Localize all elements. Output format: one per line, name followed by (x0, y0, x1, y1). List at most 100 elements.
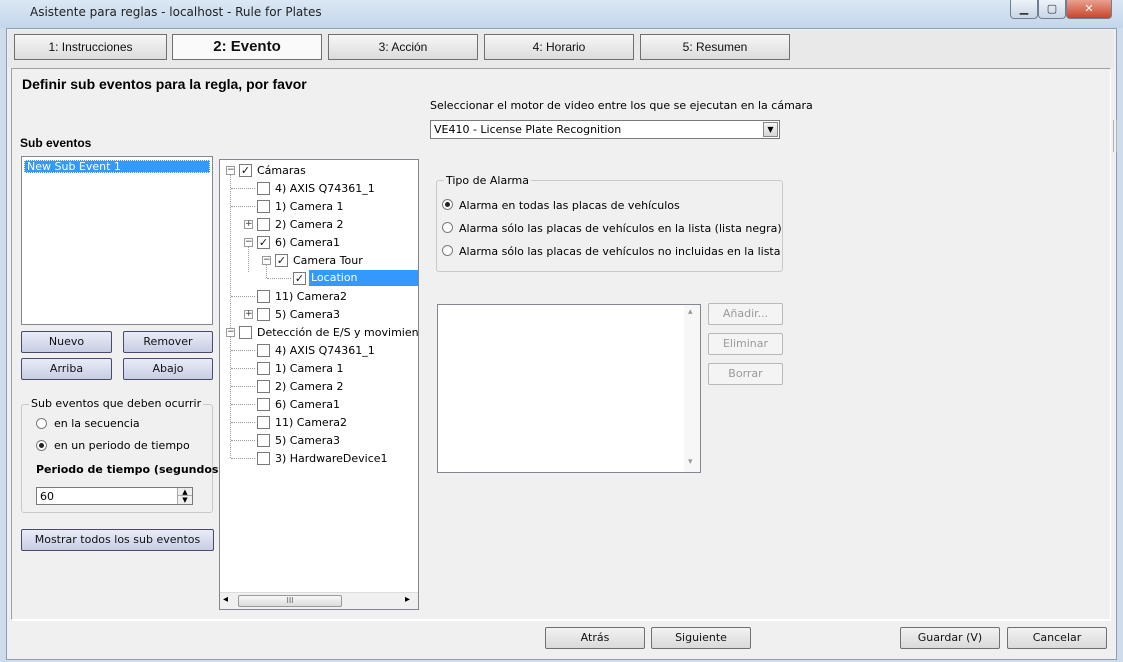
alarm-type-title: Tipo de Alarma (444, 174, 531, 187)
tree-node-selected[interactable]: Location (309, 270, 418, 286)
checkbox[interactable] (257, 182, 270, 195)
save-button[interactable]: Guardar (V) (900, 627, 1000, 649)
radio-alarm-blacklist[interactable] (442, 222, 453, 233)
close-icon[interactable]: ✕ (1066, 0, 1112, 19)
tree-node[interactable]: 5) Camera3 (275, 308, 340, 321)
tree-node[interactable]: Camera Tour (293, 254, 363, 267)
tree-node[interactable]: 11) Camera2 (275, 290, 347, 303)
clear-button[interactable]: Borrar (708, 363, 783, 385)
delete-button[interactable]: Eliminar (708, 333, 783, 355)
checkbox[interactable] (239, 326, 252, 339)
tree-node[interactable]: 6) Camera1 (275, 236, 340, 249)
down-button[interactable]: Abajo (123, 358, 213, 380)
add-button[interactable]: Añadir... (708, 303, 783, 325)
show-all-sub-events-button[interactable]: Mostrar todos los sub eventos (21, 529, 214, 551)
tab-instrucciones[interactable]: 1: Instrucciones (14, 34, 167, 60)
collapse-icon[interactable]: − (262, 256, 271, 265)
tree-guide (231, 188, 255, 189)
checkbox[interactable] (257, 344, 270, 357)
scroll-thumb[interactable]: III (238, 595, 342, 607)
checkbox-checked[interactable]: ✓ (239, 164, 252, 177)
tree-node[interactable]: 4) AXIS Q74361_1 (275, 344, 375, 357)
scroll-down-icon[interactable]: ▾ (688, 457, 693, 467)
cancel-button[interactable]: Cancelar (1007, 627, 1107, 649)
window-title: Asistente para reglas - localhost - Rule… (30, 5, 322, 19)
tree-node[interactable]: 4) AXIS Q74361_1 (275, 182, 375, 195)
checkbox[interactable] (257, 434, 270, 447)
scroll-left-icon[interactable]: ◂ (223, 594, 228, 605)
occurrence-group-title: Sub eventos que deben ocurrir (29, 397, 204, 410)
tree-horizontal-scrollbar[interactable]: ◂ III ▸ (220, 592, 418, 609)
checkbox-checked[interactable]: ✓ (293, 272, 306, 285)
plate-list-scrollbar[interactable]: ▴ ▾ (684, 305, 700, 472)
checkbox[interactable] (257, 362, 270, 375)
checkbox-checked[interactable]: ✓ (275, 254, 288, 267)
tree-node[interactable]: 2) Camera 2 (275, 380, 343, 393)
tree-node[interactable]: 6) Camera1 (275, 398, 340, 411)
radio-sequence-label: en la secuencia (54, 417, 140, 430)
tree-guide (231, 422, 255, 423)
radio-sequence[interactable] (36, 418, 47, 429)
tree-guide (231, 386, 255, 387)
period-stepper[interactable]: 60 ▲ ▼ (36, 487, 193, 505)
list-item[interactable]: New Sub Event 1 (24, 160, 210, 173)
scroll-up-icon[interactable]: ▴ (688, 307, 693, 317)
checkbox[interactable] (257, 380, 270, 393)
resize-grip[interactable] (1113, 120, 1117, 152)
spin-up-icon[interactable]: ▲ (177, 488, 192, 496)
checkbox-checked[interactable]: ✓ (257, 236, 270, 249)
expand-icon[interactable]: + (244, 220, 253, 229)
radio-alarm-all[interactable] (442, 199, 453, 210)
tab-horario[interactable]: 4: Horario (484, 34, 634, 60)
tree-node[interactable]: 5) Camera3 (275, 434, 340, 447)
tree-guide (231, 206, 255, 207)
spin-down-icon[interactable]: ▼ (177, 496, 192, 504)
next-button[interactable]: Siguiente (651, 627, 751, 649)
tree-node[interactable]: 11) Camera2 (275, 416, 347, 429)
expand-icon[interactable]: + (244, 310, 253, 319)
tab-evento[interactable]: 2: Evento (172, 34, 322, 60)
tree-guide (230, 174, 231, 344)
checkbox[interactable] (257, 398, 270, 411)
collapse-icon[interactable]: − (226, 328, 235, 337)
tree-node[interactable]: 1) Camera 1 (275, 200, 343, 213)
checkbox[interactable] (257, 452, 270, 465)
collapse-icon[interactable]: − (244, 238, 253, 247)
engine-selected-value: VE410 - License Plate Recognition (434, 123, 622, 136)
checkbox[interactable] (257, 218, 270, 231)
plate-list[interactable]: ▴ ▾ (437, 304, 701, 473)
checkbox[interactable] (257, 200, 270, 213)
minimize-icon[interactable]: ▁ (1010, 0, 1038, 19)
tree-node-camaras[interactable]: Cámaras (257, 164, 306, 177)
new-button[interactable]: Nuevo (21, 331, 112, 353)
radio-alarm-not-in-list[interactable] (442, 245, 453, 256)
tree-guide (231, 296, 255, 297)
sub-events-title: Sub eventos (20, 136, 92, 150)
period-value: 60 (40, 490, 54, 503)
checkbox[interactable] (257, 416, 270, 429)
collapse-icon[interactable]: − (226, 166, 235, 175)
tree-node[interactable]: 2) Camera 2 (275, 218, 343, 231)
sub-events-list[interactable]: New Sub Event 1 (21, 156, 213, 325)
scroll-right-icon[interactable]: ▸ (405, 594, 410, 605)
tree-node[interactable]: 3) HardwareDevice1 (275, 452, 388, 465)
tree-node[interactable]: 1) Camera 1 (275, 362, 343, 375)
radio-alarm-all-label: Alarma en todas las placas de vehículos (459, 199, 680, 212)
source-tree[interactable]: − ✓ Cámaras 4) AXIS Q74361_1 1) Camera 1… (219, 159, 419, 610)
radio-alarm-not-in-list-label: Alarma sólo las placas de vehículos no i… (459, 245, 782, 258)
tab-resumen[interactable]: 5: Resumen (640, 34, 790, 60)
tab-accion[interactable]: 3: Acción (328, 34, 478, 60)
checkbox[interactable] (257, 308, 270, 321)
maximize-icon[interactable]: ▢ (1038, 0, 1066, 19)
up-button[interactable]: Arriba (21, 358, 112, 380)
back-button[interactable]: Atrás (545, 627, 645, 649)
engine-select[interactable]: VE410 - License Plate Recognition ▼ (430, 120, 780, 139)
tree-guide (231, 350, 255, 351)
remove-button[interactable]: Remover (123, 331, 213, 353)
tree-guide (231, 368, 255, 369)
chevron-down-icon[interactable]: ▼ (763, 122, 778, 137)
period-label: Periodo de tiempo (segundos): (36, 463, 228, 476)
radio-time-period[interactable] (36, 440, 47, 451)
tree-node-io-motion[interactable]: Detección de E/S y movimiento e (257, 326, 418, 339)
checkbox[interactable] (257, 290, 270, 303)
